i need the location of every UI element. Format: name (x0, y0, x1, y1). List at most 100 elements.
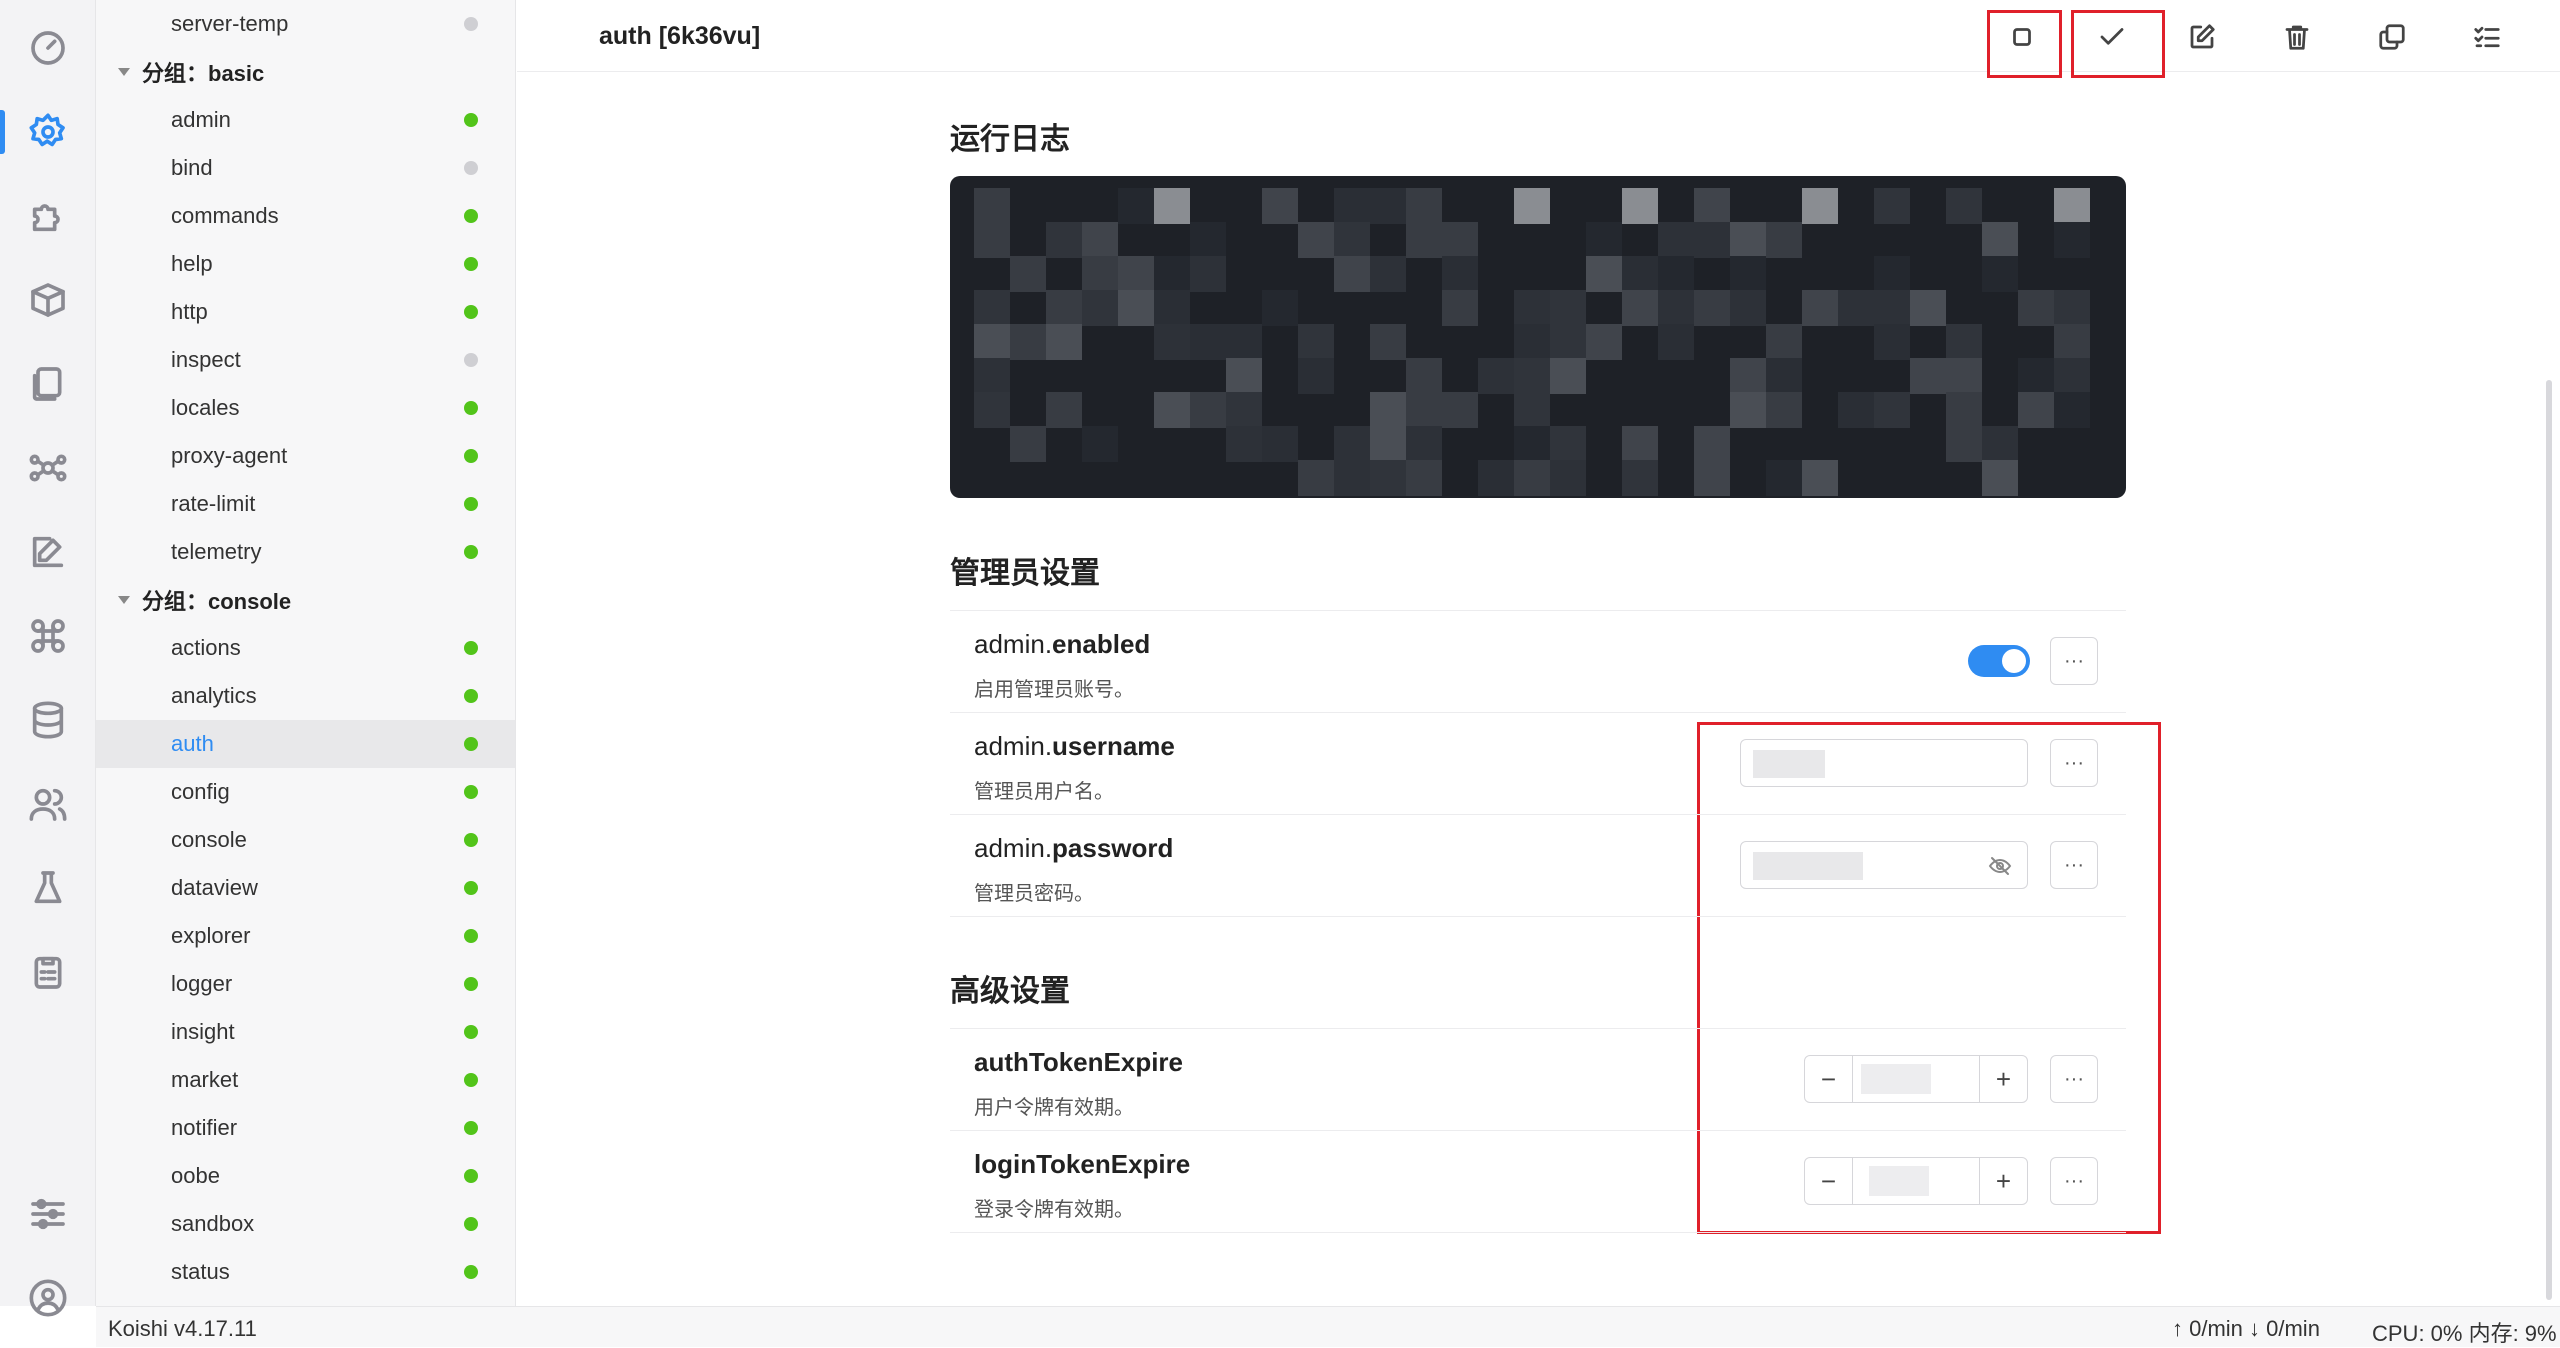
log-pixel (1766, 358, 1802, 394)
tree-item-label: admin (171, 107, 231, 132)
page-header: auth [6k36vu] (517, 0, 2560, 72)
log-pixel (1442, 222, 1478, 258)
users-icon[interactable] (24, 780, 72, 828)
tree-item[interactable]: console (96, 816, 515, 864)
tree-item[interactable]: http (96, 288, 515, 336)
password-input[interactable] (1740, 841, 2028, 889)
tree-item[interactable]: explorer (96, 912, 515, 960)
rename-button[interactable] (2167, 8, 2237, 66)
command-icon[interactable] (24, 612, 72, 660)
setting-key: loginTokenExpire (974, 1149, 1191, 1179)
clone-button[interactable] (2357, 8, 2427, 66)
log-pixel (1730, 290, 1766, 326)
graph-icon[interactable] (24, 444, 72, 492)
log-pixel (1946, 392, 1982, 428)
setting-desc: 用户令牌有效期。 (974, 1097, 1134, 1119)
files-icon[interactable] (24, 360, 72, 408)
increment-button[interactable]: + (1979, 1158, 2027, 1204)
username-input[interactable] (1740, 739, 2028, 787)
setting-name: authTokenExpire (974, 1047, 1183, 1078)
tree-item[interactable]: analytics (96, 672, 515, 720)
log-pixel (1946, 188, 1982, 224)
caret-down-icon[interactable] (118, 68, 130, 76)
status-dot (464, 113, 478, 127)
stepper-value-input[interactable] (1861, 1064, 1973, 1094)
tree-item[interactable]: inspect (96, 336, 515, 384)
manage-button[interactable] (2452, 8, 2522, 66)
account-icon[interactable] (24, 1274, 72, 1322)
tree-item[interactable]: server-temp (96, 0, 515, 48)
tree-item[interactable]: notifier (96, 1104, 515, 1152)
setting-key: username (1052, 731, 1175, 761)
tree-item[interactable]: dataview (96, 864, 515, 912)
sliders-icon[interactable] (24, 1190, 72, 1238)
tree-item[interactable]: oobe (96, 1152, 515, 1200)
settings-icon[interactable] (24, 108, 72, 156)
clipboard-icon[interactable] (24, 948, 72, 996)
setting-prefix: admin. (974, 731, 1053, 761)
more-button[interactable]: ··· (2050, 1157, 2098, 1205)
tree-item[interactable]: market (96, 1056, 515, 1104)
increment-button[interactable]: + (1979, 1056, 2027, 1102)
log-pixel (1658, 222, 1694, 258)
tree-item[interactable]: auth (96, 720, 515, 768)
decrement-button[interactable]: − (1805, 1056, 1853, 1102)
tree-item[interactable]: actions (96, 624, 515, 672)
delete-button[interactable] (2262, 8, 2332, 66)
log-pixel (1298, 358, 1334, 394)
tree-item[interactable]: proxy-agent (96, 432, 515, 480)
market-box-icon[interactable] (24, 276, 72, 324)
log-pixel (1514, 324, 1550, 360)
tree-item[interactable]: help (96, 240, 515, 288)
edit-icon (2190, 24, 2215, 49)
scrollbar[interactable] (2546, 380, 2552, 1300)
status-dot (464, 881, 478, 895)
log-pixel (1874, 188, 1910, 224)
tree-group[interactable]: 分组：basic (96, 48, 515, 96)
log-pixel (1046, 324, 1082, 360)
editor-icon[interactable] (24, 528, 72, 576)
tree-item-label: auth (171, 731, 214, 756)
tree-item[interactable]: locales (96, 384, 515, 432)
log-pixel (1514, 358, 1550, 394)
dashboard-icon[interactable] (24, 24, 72, 72)
tree-group[interactable]: 分组：console (96, 576, 515, 624)
tree-item[interactable]: rate-limit (96, 480, 515, 528)
plugin-tree: server-temp 分组：basic admin bind commands help… (96, 0, 516, 1306)
stepper-value-input[interactable] (1861, 1166, 1973, 1196)
activity-bar (0, 0, 96, 1317)
tree-item[interactable]: commands (96, 192, 515, 240)
tree-item[interactable]: admin (96, 96, 515, 144)
tree-item[interactable]: logger (96, 960, 515, 1008)
tree-item[interactable]: insight (96, 1008, 515, 1056)
status-dot (464, 929, 478, 943)
more-button[interactable]: ··· (2050, 841, 2098, 889)
tree-item[interactable]: bind (96, 144, 515, 192)
database-icon[interactable] (24, 696, 72, 744)
log-pixel (1226, 392, 1262, 428)
admin-enabled-toggle[interactable] (1968, 645, 2030, 677)
log-pixel (1334, 256, 1370, 292)
tree-item[interactable]: sandbox (96, 1200, 515, 1248)
decrement-button[interactable]: − (1805, 1158, 1853, 1204)
log-pixel (1658, 256, 1694, 292)
eye-off-icon[interactable] (1987, 854, 2013, 878)
caret-down-icon[interactable] (118, 596, 130, 604)
resource-usage: CPU: 0% 内存: 9% (2372, 1321, 2557, 1346)
setting-desc: 管理员密码。 (974, 883, 1094, 905)
log-pixel (1874, 290, 1910, 326)
tree-item[interactable]: status (96, 1248, 515, 1296)
log-pixel (1082, 426, 1118, 462)
log-pixel (1442, 290, 1478, 326)
plugin-icon[interactable] (24, 192, 72, 240)
log-pixel (1694, 290, 1730, 326)
tree-item[interactable]: telemetry (96, 528, 515, 576)
setting-key: password (1052, 833, 1174, 863)
status-dot (464, 737, 478, 751)
log-pixel (1550, 290, 1586, 326)
more-button[interactable]: ··· (2050, 637, 2098, 685)
more-button[interactable]: ··· (2050, 1055, 2098, 1103)
sandbox-flask-icon[interactable] (24, 864, 72, 912)
tree-item[interactable]: config (96, 768, 515, 816)
more-button[interactable]: ··· (2050, 739, 2098, 787)
